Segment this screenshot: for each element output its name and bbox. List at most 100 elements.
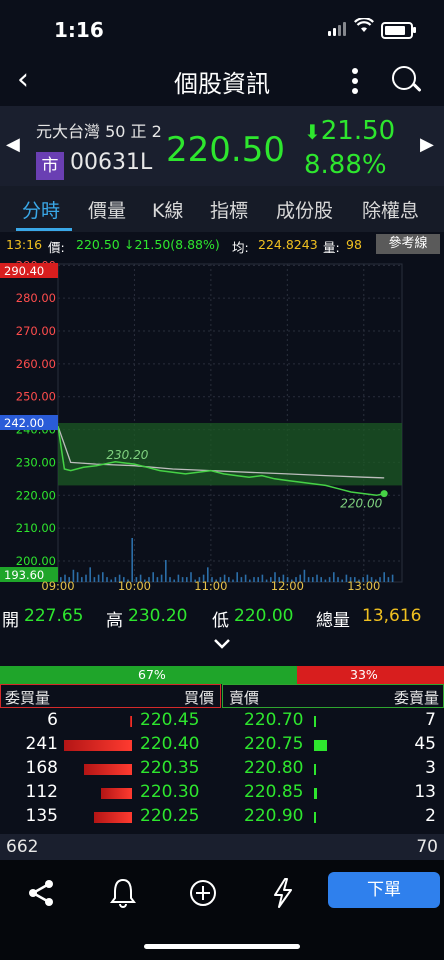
volume-bar <box>307 577 310 582</box>
x-tick-label: 09:00 <box>41 579 74 592</box>
volume-bar <box>383 572 385 582</box>
info-change-value: 21.50(8.88%) <box>134 237 220 252</box>
search-icon[interactable] <box>386 62 424 100</box>
volume-bar <box>312 577 314 582</box>
order-book-row: 135 220.25 220.90 2 <box>0 804 444 828</box>
battery-icon <box>381 22 416 39</box>
volume-bar <box>261 574 264 582</box>
bid-qty: 6 <box>47 710 58 730</box>
tab-bar: 分時 價量 K線 指標 成份股 除權息 <box>0 186 444 232</box>
bid-qty-bar <box>64 740 132 751</box>
tab-kline[interactable]: K線 <box>152 196 183 223</box>
tab-indicators[interactable]: 指標 <box>210 196 248 223</box>
ask-price[interactable]: 220.85 <box>244 782 303 802</box>
info-avg-label: 均: <box>232 240 249 255</box>
volume-bar <box>102 572 104 582</box>
bid-price-header: 買價 <box>183 689 214 707</box>
x-tick-label: 12:00 <box>271 579 304 592</box>
x-tick-label: 11:00 <box>194 579 227 592</box>
bid-price[interactable]: 220.25 <box>140 806 199 826</box>
stock-change-pct: 8.88% <box>304 150 387 180</box>
stock-name: 元大台灣 50 正 2 <box>36 122 162 141</box>
volume-bar <box>165 559 167 582</box>
chevron-down-icon[interactable] <box>212 636 232 652</box>
ohlc-summary: 開 227.65 高 230.20 低 220.00 總量 13,616 <box>0 600 444 631</box>
volume-bar <box>177 574 180 582</box>
open-label: 開 <box>2 611 19 631</box>
bid-price[interactable]: 220.35 <box>140 758 199 778</box>
volume-bar <box>97 574 100 582</box>
volume-bar <box>249 579 251 582</box>
low-label: 低 <box>212 611 229 631</box>
ask-total: 70 <box>416 837 438 857</box>
bell-icon[interactable] <box>106 876 140 910</box>
volume-bar <box>110 579 112 582</box>
flash-icon[interactable] <box>266 876 300 910</box>
y-tick-label: 230.00 <box>16 455 56 469</box>
ask-price[interactable]: 220.80 <box>244 758 303 778</box>
order-book-row: 112 220.30 220.85 13 <box>0 780 444 804</box>
ask-price[interactable]: 220.90 <box>244 806 303 826</box>
high-label: 高 <box>106 611 123 631</box>
tab-price-volume[interactable]: 價量 <box>88 196 126 223</box>
volume-bar <box>106 577 108 582</box>
y-tick-label: 250.00 <box>16 390 56 404</box>
volume-bar <box>93 577 96 582</box>
info-avg: 224.8243 <box>258 237 318 252</box>
bid-qty: 135 <box>25 806 58 826</box>
prev-stock-icon[interactable]: ◀ <box>6 134 20 155</box>
share-icon[interactable] <box>24 876 58 910</box>
wifi-icon <box>354 17 374 39</box>
order-book-row: 168 220.35 220.80 3 <box>0 756 444 780</box>
bid-qty-header: 委買量 <box>5 689 51 707</box>
more-icon[interactable] <box>340 64 370 98</box>
low-value: 220.00 <box>234 606 294 626</box>
x-tick-label: 13:00 <box>347 579 380 592</box>
tab-components[interactable]: 成份股 <box>276 196 333 223</box>
bid-qty-bar <box>94 812 132 823</box>
bid-price[interactable]: 220.40 <box>140 734 199 754</box>
volume-bar <box>236 572 238 582</box>
ask-price-header: 賣價 <box>229 689 260 707</box>
volume-bar <box>228 577 230 582</box>
volume-bar <box>160 574 163 582</box>
total-volume-label: 總量 <box>316 611 350 631</box>
volume-bar <box>316 574 318 582</box>
stock-change-value: 21.50 <box>320 116 396 146</box>
ask-price[interactable]: 220.70 <box>244 710 303 730</box>
volume-bar <box>181 577 184 582</box>
down-arrow-icon: ⬇ <box>304 120 321 144</box>
volume-bar <box>244 574 247 582</box>
volume-bar <box>253 577 255 582</box>
volume-bar <box>156 577 159 582</box>
intraday-chart: 290.00280.00270.00260.00250.00240.00230.… <box>0 258 444 593</box>
bid-price[interactable]: 220.45 <box>140 710 199 730</box>
next-stock-icon[interactable]: ▶ <box>420 134 434 155</box>
volume-bar <box>81 577 83 582</box>
tab-intraday[interactable]: 分時 <box>22 196 60 223</box>
ask-qty: 7 <box>425 710 436 730</box>
info-vol-label: 量: <box>323 240 340 255</box>
info-change: ↓21.50(8.88%) <box>124 237 220 252</box>
stock-price: 220.50 <box>166 130 285 170</box>
y-tick-label: 200.00 <box>16 554 56 568</box>
volume-bar <box>257 577 259 582</box>
bid-qty-bar <box>101 788 132 799</box>
ask-qty: 2 <box>425 806 436 826</box>
y-tick-label: 260.00 <box>16 357 56 371</box>
total-volume-value: 13,616 <box>362 606 422 626</box>
bid-header: 委買量 買價 <box>0 684 221 708</box>
ask-price[interactable]: 220.75 <box>244 734 303 754</box>
add-icon[interactable] <box>186 876 220 910</box>
y-tick-label: 220.00 <box>16 488 56 502</box>
bid-price[interactable]: 220.30 <box>140 782 199 802</box>
tab-dividends[interactable]: 除權息 <box>362 196 419 223</box>
volume-bar <box>320 577 322 582</box>
ask-qty-bar <box>314 740 327 751</box>
volume-bar <box>328 577 331 582</box>
place-order-button[interactable]: 下單 <box>328 872 440 908</box>
volume-bar <box>76 572 79 582</box>
reference-line-button[interactable]: 參考線 <box>376 234 440 254</box>
volume-bar <box>173 579 175 582</box>
ask-qty-bar <box>314 812 316 823</box>
